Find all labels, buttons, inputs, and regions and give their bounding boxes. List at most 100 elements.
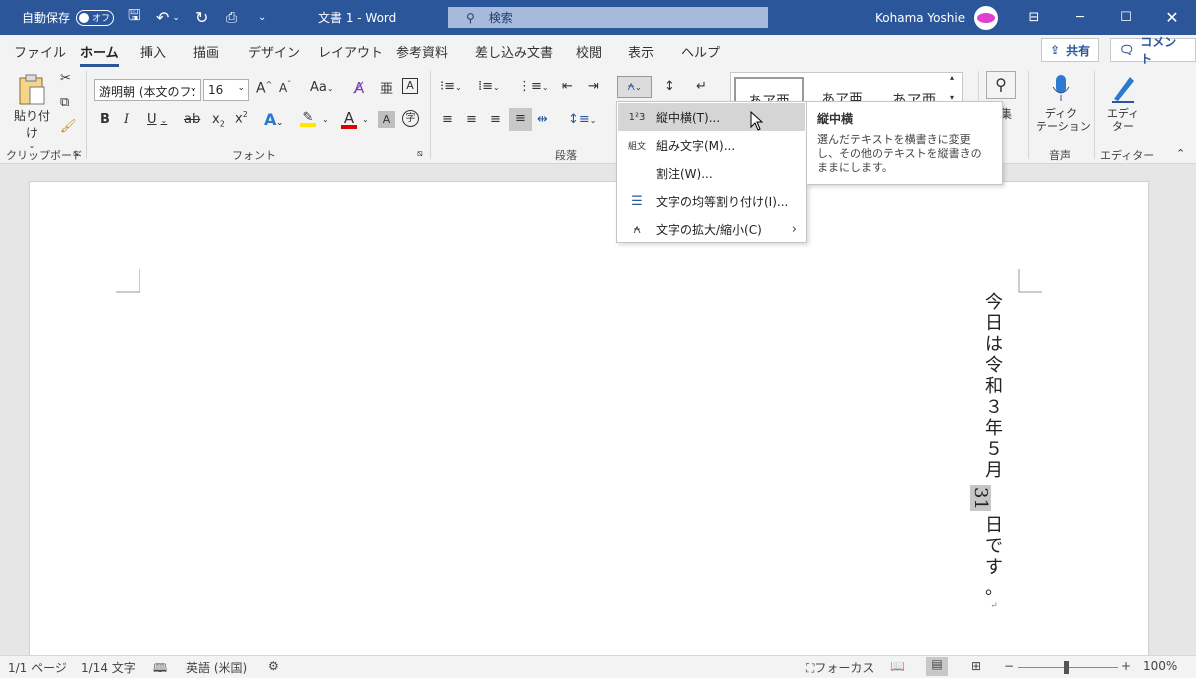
bullets-icon[interactable]: ⁝≡⌄	[440, 79, 462, 94]
multilevel-list-icon[interactable]: ⋮≡⌄	[518, 79, 549, 94]
shrink-font-icon[interactable]: Aˇ	[279, 80, 291, 95]
collapse-ribbon-icon[interactable]: ⌃	[1176, 147, 1185, 160]
zoom-level[interactable]: 100%	[1143, 659, 1177, 673]
language-indicator[interactable]: 英語 (米国)	[186, 659, 247, 676]
asian-layout-button[interactable]: ⍲⌄	[617, 76, 652, 98]
underline-icon[interactable]: U ⌄	[147, 112, 167, 127]
highlight-color-icon[interactable]: ✎	[300, 110, 316, 127]
paste-button[interactable]: 貼り付け ⌄	[12, 73, 52, 150]
web-layout-icon[interactable]: ⊞	[971, 659, 981, 673]
selected-text[interactable]: 31	[970, 485, 991, 511]
tab-help[interactable]: ヘルプ	[681, 42, 720, 61]
word-count[interactable]: 1/14 文字	[81, 659, 136, 676]
tab-design[interactable]: デザイン	[248, 42, 300, 61]
tooltip-body: 選んだテキストを横書きに変更し、その他のテキストを縦書きのままにします。	[817, 133, 982, 174]
menu-item-character-scale[interactable]: ⍲ 文字の拡大/縮小(C) ›	[618, 215, 805, 243]
redo-icon[interactable]: ↻	[195, 0, 208, 35]
format-painter-icon[interactable]: 🖌	[60, 119, 77, 134]
font-size-combo[interactable]: 16 ⌄	[203, 79, 249, 101]
close-button[interactable]: ✕	[1149, 0, 1195, 35]
paragraph-mark: ↵	[990, 601, 998, 611]
print-preview-icon[interactable]: ⎙	[226, 0, 237, 35]
share-button[interactable]: ⇪ 共有	[1041, 38, 1100, 62]
customize-qat-icon[interactable]: ⌄	[258, 0, 266, 35]
decrease-indent-icon[interactable]: ⇤	[562, 79, 573, 94]
change-case-icon[interactable]: Aa⌄	[310, 80, 334, 95]
save-icon[interactable]: 🖫	[128, 0, 141, 35]
font-color-dropdown-icon[interactable]: ⌄	[362, 115, 369, 124]
ribbon-tabs: ファイル ホーム 挿入 描画 デザイン レイアウト 参考資料 差し込み文書 校閲…	[0, 35, 1196, 67]
justify-icon[interactable]: ≡	[509, 108, 532, 131]
comments-button[interactable]: 🗨 コメント	[1110, 35, 1196, 66]
enclosed-character-icon[interactable]: 字	[402, 110, 419, 127]
tab-review[interactable]: 校閲	[576, 42, 602, 61]
copy-icon[interactable]: ⧉	[60, 95, 69, 110]
numbering-icon[interactable]: ⁞≡⌄	[478, 79, 500, 94]
italic-icon[interactable]: I	[124, 112, 129, 127]
menu-item-warichu[interactable]: 割注(W)...	[618, 159, 805, 187]
tab-mailings[interactable]: 差し込み文書	[475, 42, 553, 61]
print-layout-icon[interactable]: ▤	[926, 657, 948, 676]
minimize-button[interactable]: ─	[1057, 0, 1103, 35]
vertical-text[interactable]: 今 日 は 令 和 ３ 年 ５ 月 31 日 で す 。 ↵	[970, 292, 1008, 613]
autosave-control[interactable]: 自動保存 オフ	[22, 0, 115, 35]
dialog-launcher-icon[interactable]: ⧅	[73, 149, 79, 159]
grow-font-icon[interactable]: A^	[256, 80, 272, 97]
increase-indent-icon[interactable]: ⇥	[588, 79, 599, 94]
enclose-characters-icon[interactable]: A	[402, 78, 418, 94]
align-center-icon[interactable]: ≡	[466, 112, 477, 127]
superscript-icon[interactable]: x2	[235, 110, 248, 126]
sort-icon[interactable]: ↕	[664, 79, 675, 94]
zoom-in-icon[interactable]: +	[1121, 659, 1131, 673]
tab-layout[interactable]: レイアウト	[318, 42, 383, 61]
font-dialog-launcher-icon[interactable]: ⧅	[417, 149, 423, 159]
styles-scroll-up-icon[interactable]: ▴	[950, 73, 954, 82]
tab-file[interactable]: ファイル	[14, 42, 66, 61]
undo-icon[interactable]: ↶ ⌄	[156, 0, 180, 35]
menu-item-tate-chu-yoko[interactable]: 1²3 縦中横(T)...	[618, 103, 805, 131]
highlight-dropdown-icon[interactable]: ⌄	[322, 115, 329, 124]
read-mode-icon[interactable]: 📖	[890, 659, 905, 673]
maximize-button[interactable]: ☐	[1103, 0, 1149, 35]
autosave-label: 自動保存	[22, 11, 71, 25]
align-right-icon[interactable]: ≡	[490, 112, 501, 127]
user-name[interactable]: Kohama Yoshie	[875, 0, 965, 35]
autosave-toggle[interactable]: オフ	[76, 9, 115, 26]
distributed-icon[interactable]: ⇹	[537, 112, 548, 127]
font-color-icon[interactable]: A	[341, 109, 357, 129]
page-count[interactable]: 1/1 ページ	[8, 659, 67, 676]
character-shading-icon[interactable]: A	[378, 111, 395, 128]
tab-draw[interactable]: 描画	[193, 42, 219, 61]
voice-group-label: 音声	[1049, 149, 1071, 162]
menu-item-distribute-text[interactable]: ☰ 文字の均等割り付け(I)...	[618, 187, 805, 215]
align-left-icon[interactable]: ≡	[442, 112, 453, 127]
tab-home[interactable]: ホーム	[80, 42, 119, 67]
tab-insert[interactable]: 挿入	[140, 42, 166, 61]
font-name-combo[interactable]: 游明朝 (本文のフ: ⌄	[94, 79, 201, 101]
zoom-slider-thumb[interactable]	[1064, 661, 1069, 674]
ribbon: 貼り付け ⌄ ✂ ⧉ 🖌 クリップボード ⧅ 游明朝 (本文のフ: ⌄ 16 ⌄ A…	[0, 67, 1196, 164]
proofing-icon[interactable]: 🕮	[153, 659, 167, 678]
subscript-icon[interactable]: x2	[212, 112, 225, 129]
show-marks-icon[interactable]: ↵	[696, 79, 707, 94]
line-spacing-icon[interactable]: ↕≡⌄	[568, 112, 597, 127]
strikethrough-icon[interactable]: ab	[184, 112, 200, 127]
clear-formatting-icon[interactable]: A̸	[354, 79, 364, 97]
tab-view[interactable]: 表示	[628, 42, 654, 61]
bold-icon[interactable]: B	[100, 112, 110, 127]
avatar[interactable]	[973, 0, 999, 35]
mouse-cursor-icon	[750, 111, 763, 131]
menu-item-combine-characters[interactable]: 組文 組み文字(M)...	[618, 131, 805, 159]
find-icon[interactable]: ⚲	[986, 71, 1016, 99]
dictate-button[interactable]: ディク テーション	[1036, 73, 1091, 133]
ribbon-display-options-icon[interactable]: ⊟	[1011, 0, 1057, 35]
focus-mode-button[interactable]: ⛶フォーカス	[806, 659, 874, 676]
accessibility-icon[interactable]: ⚙	[268, 659, 279, 673]
tab-references[interactable]: 参考資料	[396, 42, 448, 61]
zoom-out-icon[interactable]: −	[1004, 659, 1014, 673]
text-effects-icon[interactable]: A⌄	[264, 110, 283, 129]
editor-button[interactable]: エディ ター	[1100, 73, 1146, 133]
search-input[interactable]: ⚲ 検索	[448, 7, 768, 28]
phonetic-guide-icon[interactable]: 亜	[380, 78, 393, 97]
cut-icon[interactable]: ✂	[60, 71, 71, 86]
